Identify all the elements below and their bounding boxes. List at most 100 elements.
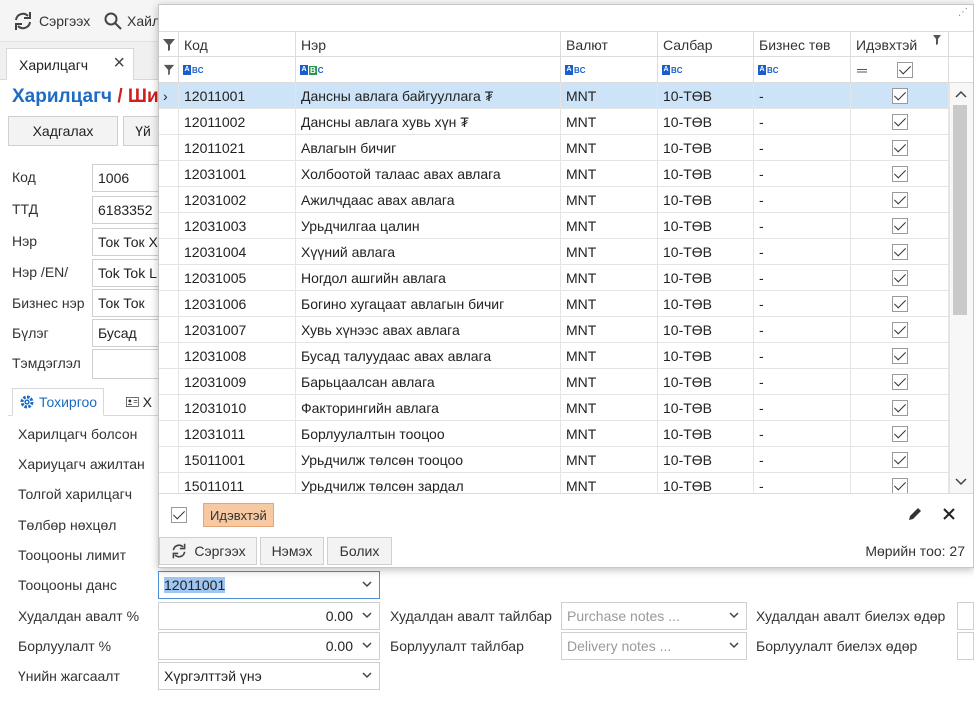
cell-active[interactable] bbox=[851, 239, 949, 265]
price-list-select[interactable]: Хүргэлттэй үнэ bbox=[158, 662, 380, 690]
delivery-note-select[interactable]: Delivery notes ... bbox=[561, 632, 747, 660]
active-checkbox[interactable] bbox=[891, 348, 908, 364]
filter-name[interactable]: ABC bbox=[296, 57, 561, 83]
column-header-name[interactable]: Нэр bbox=[296, 32, 561, 58]
active-checkbox[interactable] bbox=[891, 218, 908, 234]
cell-active[interactable] bbox=[851, 317, 949, 343]
cell-currency: MNT bbox=[561, 187, 658, 213]
chevron-down-icon[interactable] bbox=[728, 609, 740, 621]
resize-grip-icon[interactable]: ⋰ bbox=[958, 7, 968, 18]
scroll-up-icon[interactable] bbox=[955, 89, 967, 99]
cell-active[interactable] bbox=[851, 161, 949, 187]
table-row[interactable]: 12031009 Барьцаалсан авлага MNT 10-ТӨВ - bbox=[159, 369, 949, 395]
active-checkbox[interactable] bbox=[891, 322, 908, 338]
table-row[interactable]: 12031003 Урьдчилгаа цалин MNT 10-ТӨВ - bbox=[159, 213, 949, 239]
chevron-down-icon[interactable] bbox=[361, 669, 373, 681]
column-header-branch[interactable]: Салбар bbox=[658, 32, 754, 58]
table-row[interactable]: 12031005 Ногдол ашгийн авлага MNT 10-ТӨВ - bbox=[159, 265, 949, 291]
table-row[interactable]: 12031010 Факторингийн авлага MNT 10-ТӨВ - bbox=[159, 395, 949, 421]
row-indicator bbox=[159, 213, 179, 239]
cell-active[interactable] bbox=[851, 369, 949, 395]
table-row[interactable]: › 12011001 Дансны авлага байгууллага ₮ MNT 1… bbox=[159, 83, 949, 109]
active-checkbox[interactable] bbox=[891, 374, 908, 390]
active-checkbox[interactable] bbox=[891, 452, 908, 468]
cell-active[interactable] bbox=[851, 135, 949, 161]
account-select-value: 12011001 bbox=[164, 577, 226, 593]
chevron-down-icon[interactable] bbox=[728, 639, 740, 651]
sales-pct-field[interactable]: 0.00 bbox=[158, 632, 380, 660]
cell-active[interactable] bbox=[851, 291, 949, 317]
active-checkbox[interactable] bbox=[891, 114, 908, 130]
table-row[interactable]: 12011021 Авлагын бичиг MNT 10-ТӨВ - bbox=[159, 135, 949, 161]
active-checkbox[interactable] bbox=[891, 400, 908, 416]
table-row[interactable]: 12031001 Холбоотой талаас авах авлага MNT 1… bbox=[159, 161, 949, 187]
scrollbar-thumb[interactable] bbox=[953, 105, 967, 315]
save-button[interactable]: Хадгалах bbox=[8, 116, 118, 146]
popup-refresh-button[interactable]: Сэргээх bbox=[159, 537, 257, 565]
active-checkbox[interactable] bbox=[891, 192, 908, 208]
secondary-action-button[interactable]: Үй bbox=[123, 116, 163, 146]
column-filter-icon[interactable] bbox=[932, 34, 942, 46]
chevron-down-icon[interactable] bbox=[361, 639, 373, 651]
purchase-note-select[interactable]: Purchase notes ... bbox=[561, 602, 747, 630]
close-icon[interactable]: × bbox=[113, 53, 125, 73]
active-checkbox[interactable] bbox=[891, 244, 908, 260]
search-button[interactable]: Хайл bbox=[104, 10, 160, 32]
cell-active[interactable] bbox=[851, 265, 949, 291]
table-row[interactable]: 12031008 Бусад талуудаас авах авлага MNT 10… bbox=[159, 343, 949, 369]
column-header-currency[interactable]: Валют bbox=[561, 32, 658, 58]
filter-business-center[interactable]: A BC bbox=[754, 57, 851, 83]
filter-branch[interactable]: A BC bbox=[658, 57, 754, 83]
active-checkbox[interactable] bbox=[891, 296, 908, 312]
filter-enable-checkbox[interactable] bbox=[171, 507, 187, 523]
column-header-active[interactable]: Идэвхтэй bbox=[851, 32, 949, 58]
filter-code[interactable]: A BC bbox=[179, 57, 296, 83]
table-row[interactable]: 12031011 Борлуулалтын тооцоо MNT 10-ТӨВ - bbox=[159, 421, 949, 447]
column-header-code[interactable]: Код bbox=[179, 32, 296, 58]
table-row[interactable]: 15011001 Урьдчилж төлсөн тооцоо MNT 10-ТӨВ - bbox=[159, 447, 949, 473]
cell-active[interactable] bbox=[851, 343, 949, 369]
chevron-down-icon[interactable] bbox=[361, 609, 373, 621]
cell-active[interactable] bbox=[851, 83, 949, 109]
cell-active[interactable] bbox=[851, 213, 949, 239]
active-checkbox[interactable] bbox=[891, 166, 908, 182]
filter-icon[interactable] bbox=[159, 32, 179, 58]
active-checkbox[interactable] bbox=[891, 478, 908, 493]
cell-active[interactable] bbox=[851, 447, 949, 473]
scroll-down-icon[interactable] bbox=[955, 477, 967, 487]
cell-active[interactable] bbox=[851, 473, 949, 493]
chevron-down-icon[interactable] bbox=[361, 578, 373, 590]
table-row[interactable]: 12031004 Хүүний авлага MNT 10-ТӨВ - bbox=[159, 239, 949, 265]
filter-active-checkbox[interactable] bbox=[896, 62, 913, 78]
clear-filter-icon[interactable] bbox=[941, 506, 957, 522]
active-checkbox[interactable] bbox=[891, 426, 908, 442]
cell-active[interactable] bbox=[851, 109, 949, 135]
table-row[interactable]: 12031002 Ажилчдаас авах авлага MNT 10-ТӨВ - bbox=[159, 187, 949, 213]
tab-contact[interactable]: Х bbox=[120, 388, 158, 416]
edit-filter-icon[interactable] bbox=[907, 506, 923, 522]
filter-active[interactable]: ═ bbox=[851, 57, 949, 83]
add-button[interactable]: Нэмэх bbox=[260, 537, 324, 565]
cancel-button[interactable]: Болих bbox=[327, 537, 392, 565]
tab-customer[interactable]: Харилцагч × bbox=[6, 48, 134, 80]
active-checkbox[interactable] bbox=[891, 270, 908, 286]
refresh-button[interactable]: Сэргээх bbox=[12, 10, 90, 32]
tab-settings[interactable]: Тохиргоо bbox=[12, 388, 105, 416]
table-row[interactable]: 15011011 Урьдчилж төлсөн зардал MNT 10-ТӨВ - bbox=[159, 473, 949, 493]
active-filter-badge[interactable]: Идэвхтэй bbox=[203, 503, 274, 527]
purchase-days-field[interactable] bbox=[957, 602, 974, 630]
account-select[interactable]: 12011001 bbox=[158, 571, 380, 599]
table-row[interactable]: 12031007 Хувь хүнээс авах авлага MNT 10-ТӨВ… bbox=[159, 317, 949, 343]
active-checkbox[interactable] bbox=[891, 140, 908, 156]
cell-active[interactable] bbox=[851, 395, 949, 421]
cell-active[interactable] bbox=[851, 187, 949, 213]
filter-currency[interactable]: A BC bbox=[561, 57, 658, 83]
table-row[interactable]: 12011002 Дансны авлага хувь хүн ₮ MNT 10-ТӨ… bbox=[159, 109, 949, 135]
cell-currency: MNT bbox=[561, 213, 658, 239]
purchase-pct-field[interactable]: 0.00 bbox=[158, 602, 380, 630]
active-checkbox[interactable] bbox=[891, 88, 908, 104]
column-header-business-center[interactable]: Бизнес төв bbox=[754, 32, 851, 58]
table-row[interactable]: 12031006 Богино хугацаат авлагын бичиг MNT… bbox=[159, 291, 949, 317]
cell-active[interactable] bbox=[851, 421, 949, 447]
sales-days-field[interactable] bbox=[957, 632, 974, 660]
